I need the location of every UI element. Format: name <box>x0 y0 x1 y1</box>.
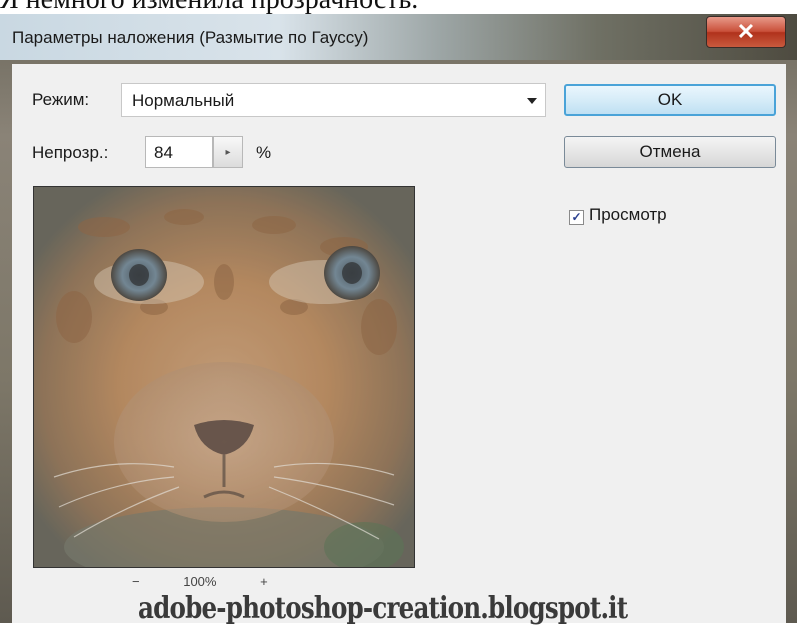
ok-button[interactable]: OK <box>564 84 776 116</box>
blend-mode-value: Нормальный <box>132 91 235 110</box>
dialog-titlebar[interactable]: Параметры наложения (Размытие по Гауссу)… <box>0 14 797 60</box>
zoom-in-button[interactable]: + <box>260 574 268 589</box>
blend-options-dialog: Параметры наложения (Размытие по Гауссу)… <box>0 14 797 626</box>
opacity-value: 84 <box>154 143 173 162</box>
watermark-text: adobe-photoshop-creation.blogspot.it <box>138 591 628 626</box>
checkmark-icon: ✓ <box>571 210 582 224</box>
zoom-level: 100% <box>183 574 217 589</box>
close-button[interactable]: ✕ <box>706 16 786 48</box>
zoom-out-button[interactable]: − <box>132 574 140 589</box>
opacity-label: Непрозр.: <box>32 143 109 162</box>
stepper-arrow-icon: ▸ <box>225 146 231 158</box>
opacity-stepper-button[interactable]: ▸ <box>213 136 243 168</box>
opacity-unit: % <box>256 143 272 162</box>
chevron-down-icon <box>527 98 537 104</box>
cancel-button[interactable]: Отмена <box>564 136 776 168</box>
preview-checkbox[interactable]: ✓ <box>569 210 584 225</box>
page-caption: Я немного изменила прозрачность. <box>0 0 797 14</box>
dialog-title: Параметры наложения (Размытие по Гауссу) <box>12 28 369 47</box>
tiger-cub-preview <box>34 187 414 567</box>
preview-image[interactable] <box>33 186 415 568</box>
opacity-input[interactable]: 84 <box>145 136 213 168</box>
close-icon: ✕ <box>736 19 756 44</box>
zoom-controls: − 100% + <box>132 574 268 589</box>
preview-checkbox-label[interactable]: Просмотр <box>589 205 667 225</box>
dialog-body: Режим: Нормальный Непрозр.: 84 ▸ % − 100… <box>12 64 786 623</box>
mode-label: Режим: <box>32 90 90 109</box>
blend-mode-select[interactable]: Нормальный <box>121 83 546 117</box>
